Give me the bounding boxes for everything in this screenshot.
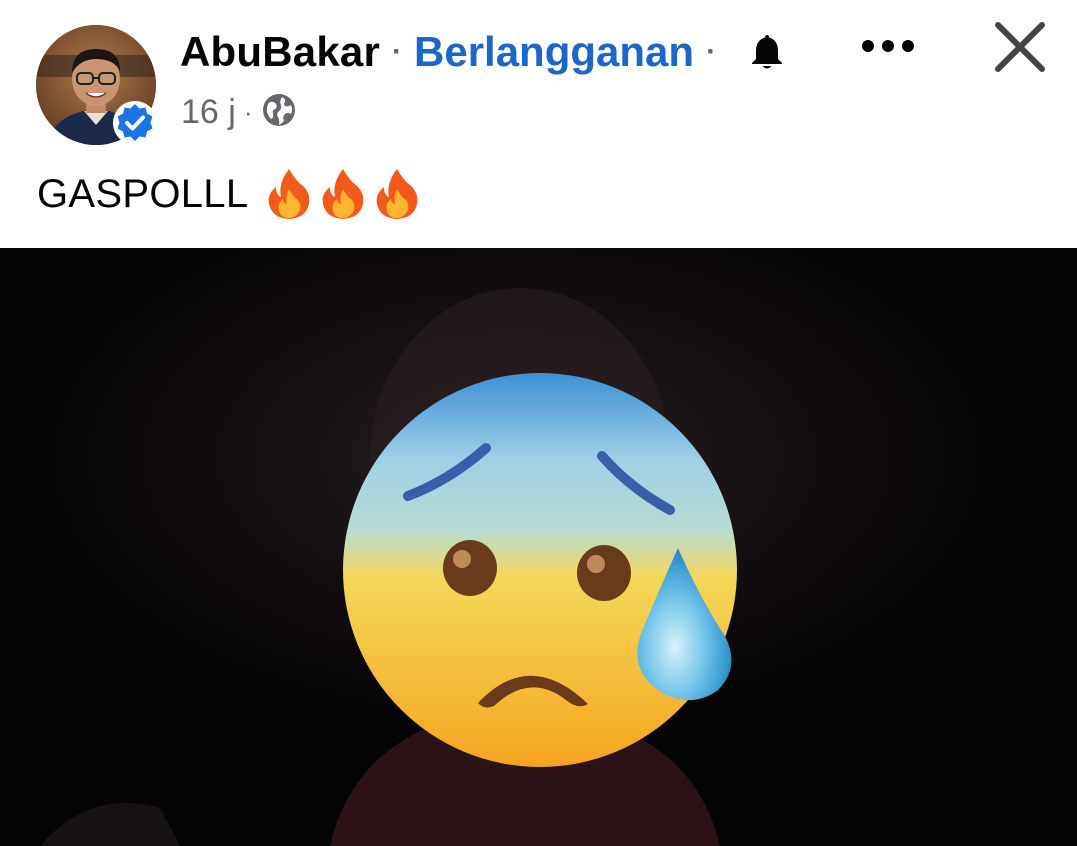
globe-icon	[261, 92, 297, 133]
separator-dot: ·	[706, 35, 717, 68]
subscribe-button[interactable]: Berlangganan	[414, 28, 694, 76]
caption-emoji-group	[264, 167, 422, 221]
post-caption-row: GASPOLLL	[37, 162, 422, 226]
fire-icon	[269, 169, 310, 219]
video-frame	[0, 248, 1077, 846]
separator-dot: ·	[243, 96, 253, 127]
post-caption: GASPOLLL	[37, 171, 249, 216]
post-media[interactable]	[0, 248, 1077, 846]
post-meta: 16 j ·	[181, 90, 297, 134]
fire-icon	[377, 169, 418, 219]
author-row: AbuBakar · Berlangganan ·	[180, 26, 784, 78]
bell-icon[interactable]	[750, 33, 784, 71]
author-name[interactable]: AbuBakar	[180, 28, 380, 76]
post-header: AbuBakar · Berlangganan · 16 j · GASPOLL…	[0, 0, 1077, 248]
separator-dot: ·	[392, 35, 402, 68]
close-icon[interactable]	[993, 20, 1047, 79]
verified-badge-icon	[112, 100, 158, 146]
anxious-face-with-sweat-icon	[343, 373, 737, 767]
fire-icon	[323, 169, 364, 219]
more-options-icon[interactable]	[858, 36, 918, 61]
post-timestamp[interactable]: 16 j	[181, 93, 236, 132]
